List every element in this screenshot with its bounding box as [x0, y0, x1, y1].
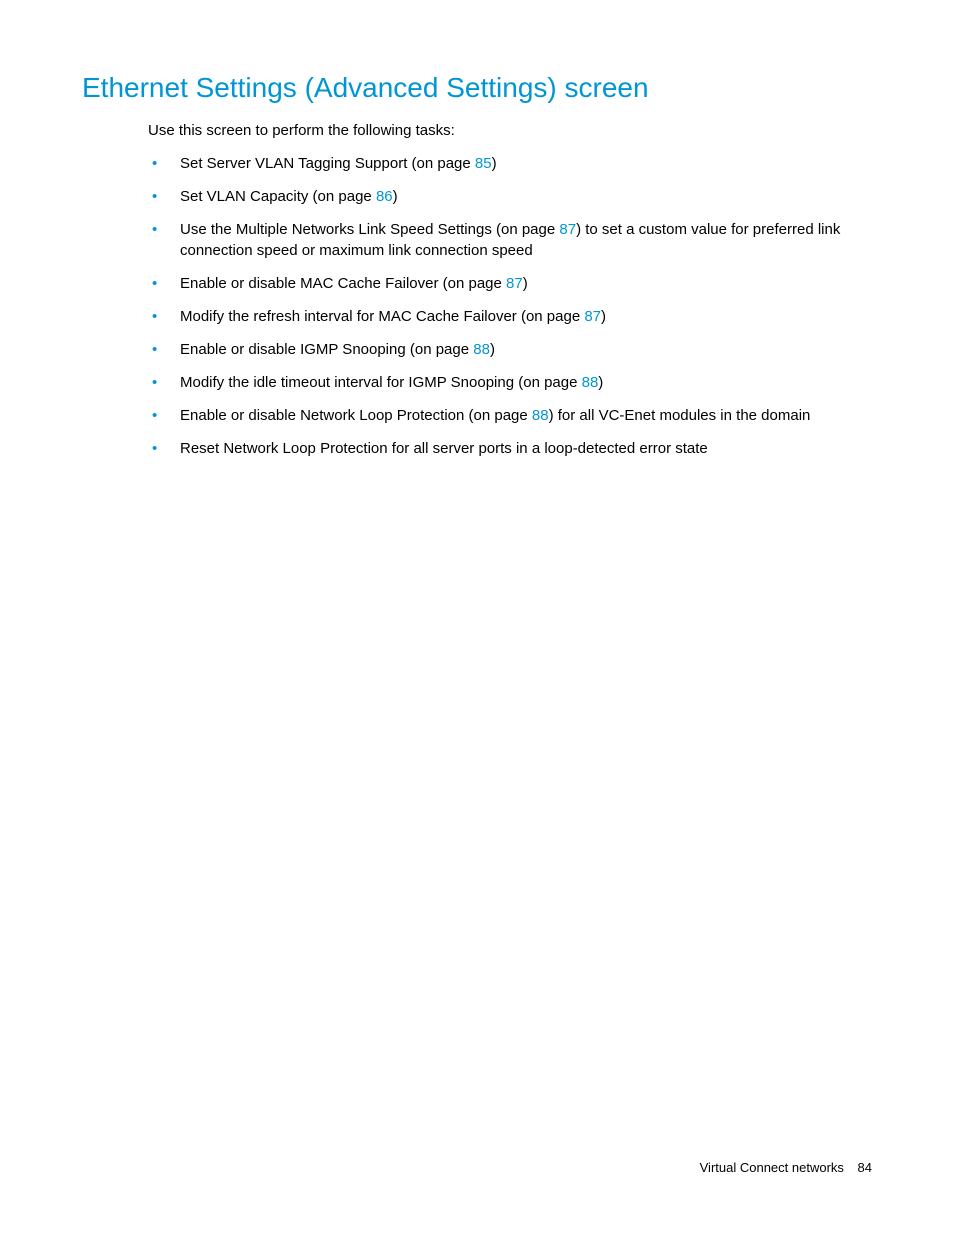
list-item-text: Set Server VLAN Tagging Support (on page…: [180, 153, 872, 174]
item-text-pre: Modify the refresh interval for MAC Cach…: [180, 308, 584, 325]
item-text-post: ): [492, 155, 497, 172]
bullet-icon: •: [148, 438, 180, 459]
item-text-pre: Enable or disable IGMP Snooping (on page: [180, 341, 473, 358]
item-text-post: ): [523, 275, 528, 292]
bullet-icon: •: [148, 306, 180, 327]
page-reference-link[interactable]: 85: [475, 155, 492, 172]
list-item-text: Enable or disable Network Loop Protectio…: [180, 405, 872, 426]
list-item: •Reset Network Loop Protection for all s…: [148, 438, 872, 459]
page-reference-link[interactable]: 87: [506, 275, 523, 292]
page-reference-link[interactable]: 86: [376, 188, 393, 205]
page-reference-link[interactable]: 87: [584, 308, 601, 325]
item-text-pre: Use the Multiple Networks Link Speed Set…: [180, 221, 559, 238]
item-text-pre: Set Server VLAN Tagging Support (on page: [180, 155, 475, 172]
item-text-pre: Set VLAN Capacity (on page: [180, 188, 376, 205]
item-text-pre: Modify the idle timeout interval for IGM…: [180, 374, 582, 391]
item-text-post: ): [393, 188, 398, 205]
list-item: •Set Server VLAN Tagging Support (on pag…: [148, 153, 872, 174]
task-list: •Set Server VLAN Tagging Support (on pag…: [148, 153, 872, 459]
page-reference-link[interactable]: 88: [582, 374, 599, 391]
item-text-pre: Enable or disable MAC Cache Failover (on…: [180, 275, 506, 292]
bullet-icon: •: [148, 186, 180, 207]
page-title: Ethernet Settings (Advanced Settings) sc…: [82, 72, 872, 104]
document-page: Ethernet Settings (Advanced Settings) sc…: [0, 0, 954, 459]
item-text-post: ) for all VC-Enet modules in the domain: [549, 407, 811, 424]
item-text-post: ): [598, 374, 603, 391]
list-item: •Set VLAN Capacity (on page 86): [148, 186, 872, 207]
list-item-text: Modify the refresh interval for MAC Cach…: [180, 306, 872, 327]
list-item: •Enable or disable Network Loop Protecti…: [148, 405, 872, 426]
item-text-pre: Enable or disable Network Loop Protectio…: [180, 407, 532, 424]
page-footer: Virtual Connect networks 84: [700, 1160, 872, 1175]
footer-page-number: 84: [858, 1160, 872, 1175]
footer-section-name: Virtual Connect networks: [700, 1160, 844, 1175]
list-item-text: Modify the idle timeout interval for IGM…: [180, 372, 872, 393]
list-item-text: Use the Multiple Networks Link Speed Set…: [180, 219, 872, 261]
page-reference-link[interactable]: 87: [559, 221, 576, 238]
list-item-text: Enable or disable MAC Cache Failover (on…: [180, 273, 872, 294]
item-text-post: ): [601, 308, 606, 325]
item-text-post: ): [490, 341, 495, 358]
list-item: •Enable or disable IGMP Snooping (on pag…: [148, 339, 872, 360]
list-item: •Modify the refresh interval for MAC Cac…: [148, 306, 872, 327]
list-item-text: Reset Network Loop Protection for all se…: [180, 438, 872, 459]
list-item: •Use the Multiple Networks Link Speed Se…: [148, 219, 872, 261]
intro-text: Use this screen to perform the following…: [148, 122, 872, 139]
list-item: •Enable or disable MAC Cache Failover (o…: [148, 273, 872, 294]
page-reference-link[interactable]: 88: [532, 407, 549, 424]
list-item: •Modify the idle timeout interval for IG…: [148, 372, 872, 393]
list-item-text: Enable or disable IGMP Snooping (on page…: [180, 339, 872, 360]
bullet-icon: •: [148, 273, 180, 294]
page-reference-link[interactable]: 88: [473, 341, 490, 358]
item-text-pre: Reset Network Loop Protection for all se…: [180, 440, 708, 457]
list-item-text: Set VLAN Capacity (on page 86): [180, 186, 872, 207]
bullet-icon: •: [148, 405, 180, 426]
bullet-icon: •: [148, 372, 180, 393]
bullet-icon: •: [148, 339, 180, 360]
bullet-icon: •: [148, 219, 180, 261]
bullet-icon: •: [148, 153, 180, 174]
